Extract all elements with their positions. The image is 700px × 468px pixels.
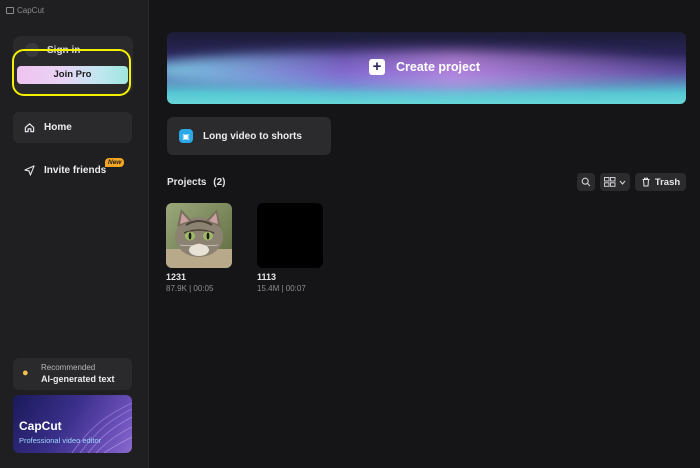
long-video-icon: ▣ xyxy=(179,129,193,143)
project-thumbnail-cat[interactable] xyxy=(166,203,232,268)
long-video-label: Long video to shorts xyxy=(203,130,302,142)
lightbulb-icon: ● xyxy=(22,367,29,379)
project-meta: 87.9K | 00:05 xyxy=(166,284,214,293)
promo-subtitle: Professional video editor xyxy=(19,436,102,445)
recommended-card[interactable]: ● Recommended AI-generated text xyxy=(13,358,132,390)
sidebar-item-home[interactable]: Home xyxy=(13,112,132,143)
trash-icon xyxy=(642,177,650,187)
capcut-logo-icon xyxy=(6,7,14,14)
projects-count: (2) xyxy=(213,177,226,188)
view-toggle-button[interactable] xyxy=(600,173,630,191)
project-card[interactable]: 1231 87.9K | 00:05 xyxy=(166,203,232,293)
project-name: 1113 xyxy=(257,272,277,282)
sidebar: CapCut Sign in Join Pro Home Invite frie… xyxy=(0,0,149,468)
create-project-button[interactable]: + Create project xyxy=(167,32,686,104)
capcut-promo-banner[interactable]: CapCut Professional video editor xyxy=(13,395,132,453)
projects-heading: Projects (2) xyxy=(167,177,225,188)
create-project-content: + Create project xyxy=(369,59,480,75)
plus-icon: + xyxy=(369,59,385,75)
search-icon xyxy=(581,177,591,187)
sidebar-item-label: Invite friends xyxy=(44,165,107,176)
home-icon xyxy=(24,123,35,133)
trash-button[interactable]: Trash xyxy=(635,173,686,191)
cat-photo xyxy=(166,203,232,268)
sidebar-item-label: Home xyxy=(44,122,72,133)
app-title: CapCut xyxy=(6,6,44,15)
main-area: + Create project ▣ Long video to shorts … xyxy=(149,0,700,468)
new-badge: New xyxy=(105,158,125,167)
project-name: 1231 xyxy=(166,272,187,282)
project-thumbnail[interactable] xyxy=(257,203,323,268)
trash-label: Trash xyxy=(654,176,681,188)
promo-title: CapCut xyxy=(19,419,62,433)
recommended-title: AI-generated text xyxy=(41,374,115,384)
chevron-down-icon xyxy=(619,180,626,185)
app-title-text: CapCut xyxy=(17,6,45,15)
long-video-to-shorts-button[interactable]: ▣ Long video to shorts xyxy=(167,117,331,155)
recommended-label: Recommended xyxy=(41,363,96,372)
create-project-label: Create project xyxy=(396,60,481,74)
project-meta: 15.4M | 00:07 xyxy=(257,284,306,293)
highlight-annotation xyxy=(12,49,131,96)
grid-view-icon xyxy=(604,177,616,187)
projects-title: Projects xyxy=(167,177,207,188)
sidebar-item-invite-friends[interactable]: Invite friends New xyxy=(13,155,132,186)
project-card[interactable]: 1113 15.4M | 00:07 xyxy=(257,203,323,293)
send-icon xyxy=(24,165,35,176)
search-button[interactable] xyxy=(577,173,595,191)
